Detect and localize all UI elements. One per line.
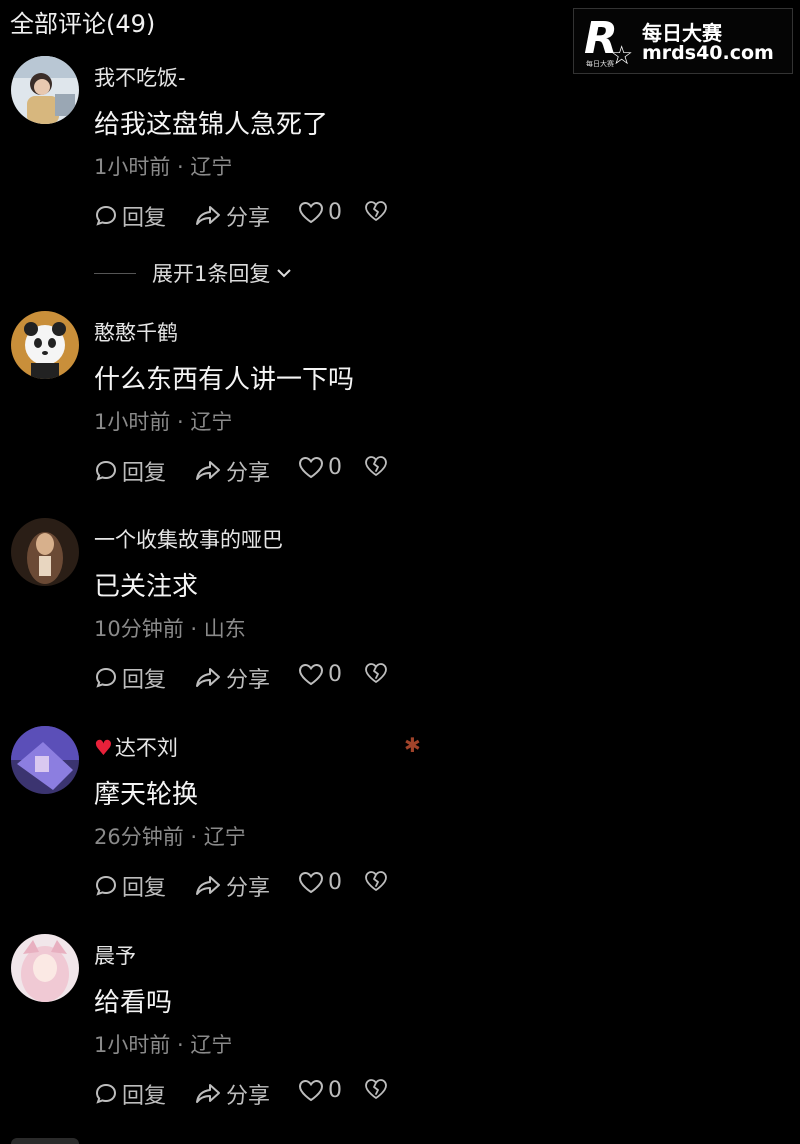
- share-label: 分享: [226, 461, 271, 486]
- share-icon: [196, 461, 220, 480]
- heart-icon: [298, 1079, 324, 1101]
- reply-icon: [95, 667, 117, 688]
- reply-icon: [95, 1083, 117, 1104]
- avatar[interactable]: [11, 726, 79, 794]
- share-label: 分享: [226, 668, 271, 693]
- reply-button[interactable]: 回复: [94, 455, 166, 487]
- share-label: 分享: [226, 1084, 271, 1109]
- reply-label: 回复: [122, 876, 167, 901]
- comment-meta: 1小时前 · 辽宁: [94, 155, 233, 179]
- comment-actions: 回复 分享 0: [94, 870, 414, 902]
- heart-icon: [298, 456, 324, 478]
- comment-actions: 回复 分享 0: [94, 200, 414, 232]
- share-button[interactable]: 分享: [194, 200, 270, 232]
- share-label: 分享: [226, 206, 271, 231]
- reply-button[interactable]: 回复: [94, 1078, 166, 1110]
- like-count: 0: [328, 870, 342, 895]
- share-icon: [196, 206, 220, 225]
- like-button[interactable]: 0: [298, 662, 342, 687]
- broken-heart-icon: [365, 1079, 387, 1099]
- dislike-button[interactable]: [364, 200, 388, 222]
- avatar[interactable]: [11, 311, 79, 379]
- comment-username[interactable]: 晨予: [94, 940, 136, 970]
- reply-icon: [95, 205, 117, 226]
- like-count: 0: [328, 455, 342, 480]
- comment-text: 已关注求: [94, 572, 199, 602]
- share-icon: [196, 876, 220, 895]
- logo-small-text: 每日大赛: [586, 60, 614, 68]
- comment-meta: 26分钟前 · 辽宁: [94, 825, 246, 849]
- comment-username[interactable]: 我不吃饭-: [94, 62, 186, 92]
- share-label: 分享: [226, 876, 271, 901]
- heart-icon: [298, 663, 324, 685]
- reply-icon: [95, 460, 117, 481]
- reply-label: 回复: [122, 206, 167, 231]
- like-count: 0: [328, 200, 342, 225]
- reply-button[interactable]: 回复: [94, 200, 166, 232]
- share-button[interactable]: 分享: [194, 1078, 270, 1110]
- reply-label: 回复: [122, 668, 167, 693]
- reply-label: 回复: [122, 1084, 167, 1109]
- broken-heart-icon: [365, 456, 387, 476]
- share-button[interactable]: 分享: [194, 662, 270, 694]
- heart-badge-icon: ♥: [94, 736, 113, 760]
- reply-icon: [95, 875, 117, 896]
- like-button[interactable]: 0: [298, 1078, 342, 1103]
- share-icon: [196, 1084, 220, 1103]
- comment-username-text: 达不刘: [114, 736, 178, 760]
- share-icon: [196, 668, 220, 687]
- bug-icon: ✱: [404, 733, 421, 757]
- divider: [94, 272, 136, 274]
- share-button[interactable]: 分享: [194, 870, 270, 902]
- broken-heart-icon: [365, 663, 387, 683]
- reply-button[interactable]: 回复: [94, 870, 166, 902]
- dislike-button[interactable]: [364, 1078, 388, 1100]
- comment-actions: 回复 分享 0: [94, 1078, 414, 1110]
- expand-replies-label: 展开1条回复: [152, 262, 271, 286]
- comment-actions: 回复 分享 0: [94, 662, 414, 694]
- brand-logo-icon: R ☆ 每日大赛: [584, 13, 634, 71]
- avatar[interactable]: [11, 934, 79, 1002]
- broken-heart-icon: [365, 201, 387, 221]
- comment-meta: 1小时前 · 辽宁: [94, 410, 233, 434]
- comment-text: 什么东西有人讲一下吗: [94, 365, 355, 395]
- like-count: 0: [328, 662, 342, 687]
- avatar[interactable]: [11, 56, 79, 124]
- like-button[interactable]: 0: [298, 200, 342, 225]
- comment-text: 给看吗: [94, 988, 173, 1018]
- page-title: 全部评论(49): [10, 10, 156, 38]
- like-button[interactable]: 0: [298, 870, 342, 895]
- comment-text: 摩天轮换: [94, 780, 199, 810]
- comment-text: 给我这盘锦人急死了: [94, 110, 329, 140]
- comment-meta: 10分钟前 · 山东: [94, 617, 246, 641]
- like-count: 0: [328, 1078, 342, 1103]
- next-avatar-peek: [11, 1138, 79, 1144]
- avatar[interactable]: [11, 518, 79, 586]
- expand-replies-button[interactable]: 展开1条回复: [94, 258, 292, 288]
- dislike-button[interactable]: [364, 662, 388, 684]
- comment-meta: 1小时前 · 辽宁: [94, 1033, 233, 1057]
- broken-heart-icon: [365, 871, 387, 891]
- watermark-logo: R ☆ 每日大赛 每日大赛 mrds40.com: [573, 8, 793, 74]
- like-button[interactable]: 0: [298, 455, 342, 480]
- comment-username[interactable]: 一个收集故事的哑巴: [94, 524, 283, 554]
- dislike-button[interactable]: [364, 870, 388, 892]
- heart-icon: [298, 871, 324, 893]
- watermark-url: mrds40.com: [642, 42, 774, 64]
- heart-icon: [298, 201, 324, 223]
- dislike-button[interactable]: [364, 455, 388, 477]
- chevron-down-icon: [277, 269, 292, 278]
- share-button[interactable]: 分享: [194, 455, 270, 487]
- comment-username[interactable]: 憨憨千鹤: [94, 317, 178, 347]
- reply-button[interactable]: 回复: [94, 662, 166, 694]
- comment-actions: 回复 分享 0: [94, 455, 414, 487]
- comment-username[interactable]: ♥达不刘: [94, 732, 178, 762]
- reply-label: 回复: [122, 461, 167, 486]
